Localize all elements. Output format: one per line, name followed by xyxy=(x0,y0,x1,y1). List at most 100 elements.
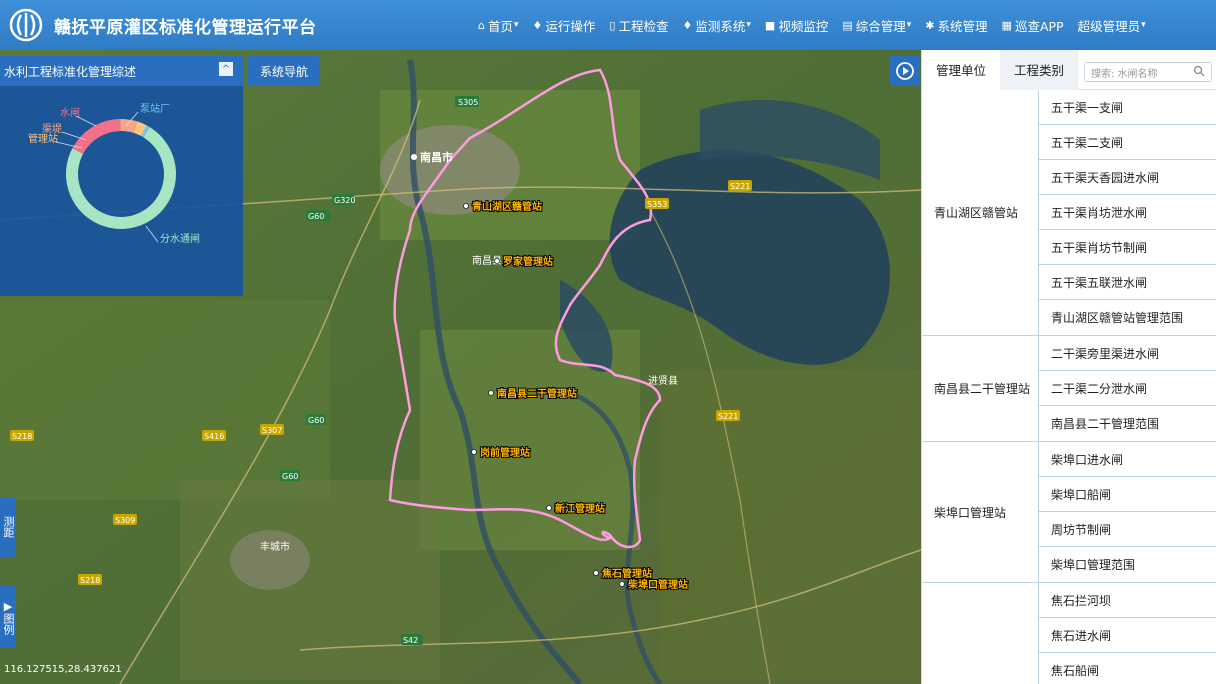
play-button[interactable] xyxy=(890,56,920,86)
svg-text:S305: S305 xyxy=(458,98,478,107)
gate-row[interactable]: 五干渠肖坊节制闸 xyxy=(1039,230,1216,265)
svg-text:S353: S353 xyxy=(647,200,667,209)
chevron-down-icon: ▾ xyxy=(906,20,912,30)
gate-row[interactable]: 青山湖区赣管站管理范围 xyxy=(1039,300,1216,335)
search-input[interactable]: 搜索: 水闸名称 xyxy=(1084,62,1212,82)
station-label[interactable]: 新江管理站 xyxy=(554,501,606,516)
drop-icon: ♦ xyxy=(682,18,693,32)
gate-row[interactable]: 柴埠口进水闸 xyxy=(1039,442,1216,477)
svg-text:进贤县: 进贤县 xyxy=(648,375,678,387)
station-label[interactable]: 南昌县二干管理站 xyxy=(496,386,578,401)
nav-label: 视频监控 xyxy=(778,18,829,34)
right-panel: 管理单位 工程类别 搜索: 水闸名称 青山湖区赣管站 五干渠一支闸 五干渠二支闸 五干… xyxy=(921,49,1216,684)
tab-project-category[interactable]: 工程类别 xyxy=(1000,49,1079,90)
system-nav-button[interactable]: 系统导航 xyxy=(248,56,320,86)
play-icon xyxy=(896,62,914,80)
nav-label: 巡查APP xyxy=(1014,18,1064,34)
gate-row[interactable]: 焦石拦河坝 xyxy=(1039,583,1216,618)
chevron-down-icon: ▾ xyxy=(1141,20,1146,30)
svg-text:G60: G60 xyxy=(308,416,324,425)
station-label[interactable]: 岗前管理站 xyxy=(479,445,531,460)
tab-management-unit[interactable]: 管理单位 xyxy=(922,49,1001,90)
svg-text:S218: S218 xyxy=(80,576,100,585)
coordinate-readout: 116.127515,28.437621 xyxy=(4,664,122,675)
svg-text:南昌市: 南昌市 xyxy=(420,150,453,164)
gate-row[interactable]: 五干渠五联泄水闸 xyxy=(1039,265,1216,300)
chevron-right-icon: ▶ xyxy=(1,599,15,613)
unit-name[interactable]: 青山湖区赣管站 xyxy=(922,90,1039,335)
measure-tab[interactable]: 测距 xyxy=(0,497,16,557)
gate-table: 青山湖区赣管站 五干渠一支闸 五干渠二支闸 五干渠天香园进水闸 五干渠肖坊泄水闸 五干渠肖… xyxy=(922,90,1216,684)
chevron-down-icon: ▾ xyxy=(514,20,519,30)
app-icon: ▦ xyxy=(1001,18,1012,32)
nav-label: 工程检查 xyxy=(618,18,669,34)
nav-item-5[interactable]: ▤ 综合管理 ▾ xyxy=(842,16,911,35)
right-tabs: 管理单位 工程类别 搜索: 水闸名称 xyxy=(922,49,1216,90)
nav-label: 综合管理 xyxy=(855,18,906,34)
donut-label: 泵站厂 xyxy=(140,102,170,115)
file-icon: ▤ xyxy=(842,18,853,32)
nav-item-4[interactable]: ■ 视频监控 xyxy=(765,16,828,35)
unit-name[interactable] xyxy=(922,583,1039,684)
station-marker[interactable] xyxy=(471,449,477,455)
collapse-icon[interactable]: ^ xyxy=(219,62,233,76)
svg-text:G320: G320 xyxy=(334,196,355,205)
gate-row[interactable]: 五干渠一支闸 xyxy=(1039,90,1216,125)
station-marker[interactable] xyxy=(546,505,552,511)
svg-text:S309: S309 xyxy=(115,516,135,525)
gate-row[interactable]: 周坊节制闸 xyxy=(1039,512,1216,547)
nav-item-7[interactable]: ▦ 巡查APP xyxy=(1002,16,1064,35)
search-icon[interactable] xyxy=(1193,65,1205,77)
nav-item-0[interactable]: ⌂ 首页 ▾ xyxy=(478,16,519,35)
main-nav: ⌂ 首页 ▾ ♦ 运行操作 ▯ 工程检查 ♦ 监测系统 ▾ ■ 视频监控 ▤ 综合管理 ▾ ✱ 系统管理 ▦ 巡查A… xyxy=(478,0,1160,50)
nav-label: 监测系统 xyxy=(695,18,746,34)
gate-row[interactable]: 南昌县二干管理范围 xyxy=(1039,406,1216,441)
nav-item-6[interactable]: ✱ 系统管理 xyxy=(925,16,987,35)
svg-text:G60: G60 xyxy=(308,212,324,221)
gate-row[interactable]: 柴埠口管理范围 xyxy=(1039,547,1216,582)
gate-row[interactable]: 焦石进水闸 xyxy=(1039,618,1216,653)
station-marker[interactable] xyxy=(488,390,494,396)
unit-group: 青山湖区赣管站 五干渠一支闸 五干渠二支闸 五干渠天香园进水闸 五干渠肖坊泄水闸 五干渠肖… xyxy=(922,90,1216,336)
app-title: 赣抚平原灌区标准化管理运行平台 xyxy=(54,17,317,38)
donut-label: 管理站 xyxy=(28,132,58,145)
station-label[interactable]: 青山湖区赣管站 xyxy=(471,199,543,214)
gate-row[interactable]: 焦石船闸 xyxy=(1039,653,1216,684)
unit-group: 焦石拦河坝 焦石进水闸 焦石船闸 xyxy=(922,583,1216,684)
video-icon: ■ xyxy=(764,18,776,32)
nav-item-2[interactable]: ▯ 工程检查 xyxy=(609,16,668,35)
gate-row[interactable]: 柴埠口船闸 xyxy=(1039,477,1216,512)
gate-row[interactable]: 二干渠二分泄水闸 xyxy=(1039,371,1216,406)
station-marker[interactable] xyxy=(593,570,599,576)
doc-icon: ▯ xyxy=(609,18,616,32)
nav-label: 超级管理员 xyxy=(1077,18,1141,34)
gate-row[interactable]: 五干渠二支闸 xyxy=(1039,125,1216,160)
gate-row[interactable]: 五干渠天香园进水闸 xyxy=(1039,160,1216,195)
legend-tab[interactable]: ▶ 图例 xyxy=(0,586,16,648)
logo-icon xyxy=(6,5,46,45)
svg-text:G60: G60 xyxy=(282,472,298,481)
donut-slice[interactable] xyxy=(72,119,121,154)
unit-name[interactable]: 柴埠口管理站 xyxy=(922,442,1039,582)
svg-text:丰城市: 丰城市 xyxy=(260,540,290,553)
gate-row[interactable]: 五干渠肖坊泄水闸 xyxy=(1039,195,1216,230)
donut-leader-line xyxy=(145,225,159,243)
station-label[interactable]: 柴埠口管理站 xyxy=(626,577,689,592)
unit-name[interactable]: 南昌县二干管理站 xyxy=(922,336,1039,441)
gate-row[interactable]: 二干渠旁里渠进水闸 xyxy=(1039,336,1216,371)
nav-item-8[interactable]: 超级管理员 ▾ xyxy=(1078,16,1146,35)
svg-text:S221: S221 xyxy=(718,412,738,421)
donut-chart: 水闸渠堤管理站泵站厂分水通闸 xyxy=(28,102,200,245)
top-bar: 赣抚平原灌区标准化管理运行平台 ⌂ 首页 ▾ ♦ 运行操作 ▯ 工程检查 ♦ 监测系统 ▾ ■ 视频监… xyxy=(0,0,1216,50)
station-label[interactable]: 焦石管理站 xyxy=(600,566,653,581)
nav-item-3[interactable]: ♦ 监测系统 ▾ xyxy=(683,16,751,35)
station-marker[interactable] xyxy=(494,258,500,264)
overview-panel-header: 水利工程标准化管理综述 ^ xyxy=(0,56,243,86)
donut-leader-line xyxy=(75,115,97,127)
nav-label: 运行操作 xyxy=(545,18,596,34)
station-marker[interactable] xyxy=(463,203,469,209)
station-marker[interactable] xyxy=(619,581,625,587)
nav-label: 系统管理 xyxy=(937,18,988,34)
nav-item-1[interactable]: ♦ 运行操作 xyxy=(533,16,596,35)
station-label[interactable]: 罗家管理站 xyxy=(502,254,554,269)
